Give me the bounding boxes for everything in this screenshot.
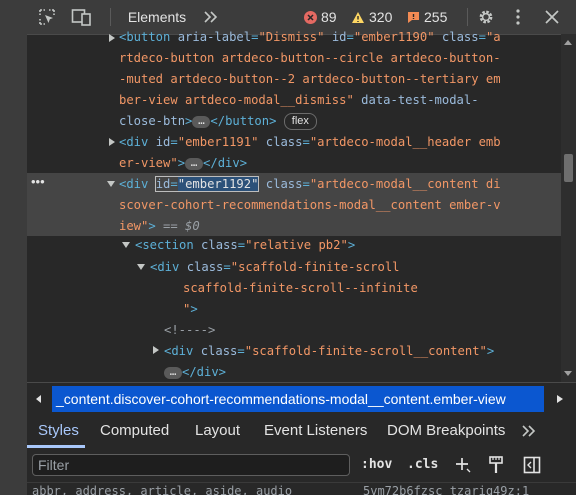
tree-line-button-class-4: ber-view artdeco-modal__dismiss" data-te… <box>119 93 479 107</box>
collapse-arrow[interactable] <box>122 242 130 248</box>
tree-line-button-open[interactable]: <button aria-label="Dismiss" id="ember11… <box>119 27 501 48</box>
toolbar-separator <box>110 8 111 26</box>
styles-filter-input[interactable]: Filter <box>32 454 350 476</box>
styles-toolbar: Filter :hov .cls <box>27 448 576 482</box>
tree-line-scroll-content[interactable]: <div class="scaffold-finite-scroll__cont… <box>164 341 494 362</box>
tab-computed[interactable]: Computed <box>100 414 169 448</box>
styles-pane-peek: abbr, address, article, aside, audio 5vm… <box>27 482 576 495</box>
tree-line-header-div[interactable]: <div id="ember1191" class="artdeco-modal… <box>119 132 501 153</box>
tree-line-finite-scroll[interactable]: <div class="scaffold-finite-scroll <box>150 257 400 278</box>
tab-styles[interactable]: Styles <box>38 414 79 448</box>
collapse-arrow[interactable] <box>137 264 145 270</box>
tree-line-button-class-2: rtdeco-button artdeco-button--circle art… <box>119 51 501 65</box>
breadcrumb-selected-node[interactable]: _content.discover-cohort-recommendations… <box>52 386 544 412</box>
issue-icon <box>407 11 420 24</box>
collapse-arrow[interactable] <box>107 181 115 187</box>
style-source-link[interactable]: 5vm72b6fzsc tzariq49z:1 <box>363 483 529 495</box>
tree-line-button-class-3: -muted artdeco-button--2 artdeco-button-… <box>119 72 501 86</box>
tree-line-header-div-2: er-view">… </div> <box>119 155 248 170</box>
more-tabs-chevron-icon[interactable] <box>519 414 539 448</box>
device-toolbar-icon[interactable] <box>69 0 95 34</box>
tree-line-comment[interactable]: <!----> <box>164 320 215 341</box>
expand-arrow[interactable] <box>109 138 115 146</box>
tree-line-finite-scroll-2: scaffold-finite-scroll--infinite <box>183 281 418 295</box>
kebab-menu-icon[interactable] <box>511 0 525 34</box>
hover-state-toggle[interactable]: :hov <box>361 448 392 482</box>
tree-line-button-close: close-btn>… </button> flex <box>119 111 317 132</box>
flex-badge[interactable]: flex <box>283 113 317 130</box>
scroll-down-icon[interactable] <box>564 371 572 376</box>
tree-line-scroll-content-2: … </div> <box>164 362 226 383</box>
scroll-up-icon[interactable] <box>564 40 572 45</box>
error-icon <box>304 10 317 24</box>
issues-count: 255 <box>424 9 448 25</box>
class-toggle[interactable]: .cls <box>407 448 438 482</box>
toolbar-separator <box>467 8 468 26</box>
tree-line-finite-scroll-3: "> <box>183 302 198 316</box>
expand-arrow[interactable] <box>109 34 115 42</box>
selected-node-marker: == $0 <box>163 219 200 233</box>
elements-tree: ••• <button aria-label="Dismiss" id="emb… <box>27 30 576 383</box>
tree-line-content-div[interactable]: <div id="ember1192" class="artdeco-modal… <box>119 174 501 195</box>
warning-icon <box>351 11 365 24</box>
errors-count: 89 <box>321 9 337 25</box>
new-style-rule-icon[interactable] <box>452 448 474 482</box>
toggle-sidebar-icon[interactable] <box>521 448 543 482</box>
breadcrumb: _content.discover-cohort-recommendations… <box>27 382 576 416</box>
collapsed-children-ellipsis[interactable]: … <box>192 115 211 128</box>
chevron-left-icon[interactable] <box>27 383 51 415</box>
element-state-icon[interactable] <box>485 448 507 482</box>
tab-dom-breakpoints[interactable]: DOM Breakpoints <box>387 414 505 448</box>
inherited-tags-text: abbr, address, article, aside, audio <box>32 484 293 495</box>
tree-line-content-div-3: iew"> == $0 <box>119 219 200 233</box>
scrollbar-thumb[interactable] <box>564 154 573 182</box>
id-attribute-editor[interactable]: id="ember1192" <box>154 176 260 192</box>
expand-arrow[interactable] <box>153 346 159 354</box>
inspect-element-icon[interactable] <box>35 0 59 34</box>
sidebar-tabs: Styles Computed Layout Event Listeners D… <box>27 414 576 449</box>
tab-layout[interactable]: Layout <box>195 414 240 448</box>
page-edge <box>0 0 27 495</box>
collapsed-children-ellipsis[interactable]: … <box>164 366 182 379</box>
node-actions-dots[interactable]: ••• <box>31 173 45 194</box>
close-icon[interactable] <box>541 0 563 34</box>
warnings-count: 320 <box>369 9 393 25</box>
tree-line-content-div-2: scover-cohort-recommendations-modal__con… <box>119 198 501 212</box>
tab-event-listeners[interactable]: Event Listeners <box>264 414 367 448</box>
collapsed-children-ellipsis[interactable]: … <box>185 157 204 170</box>
elements-scrollbar[interactable] <box>561 34 576 382</box>
tree-line-section[interactable]: <section class="relative pb2"> <box>135 235 355 256</box>
devtools-panel: Elements 89 320 255 ••• <button aria-lab… <box>27 0 576 495</box>
chevron-right-icon[interactable] <box>548 383 572 415</box>
